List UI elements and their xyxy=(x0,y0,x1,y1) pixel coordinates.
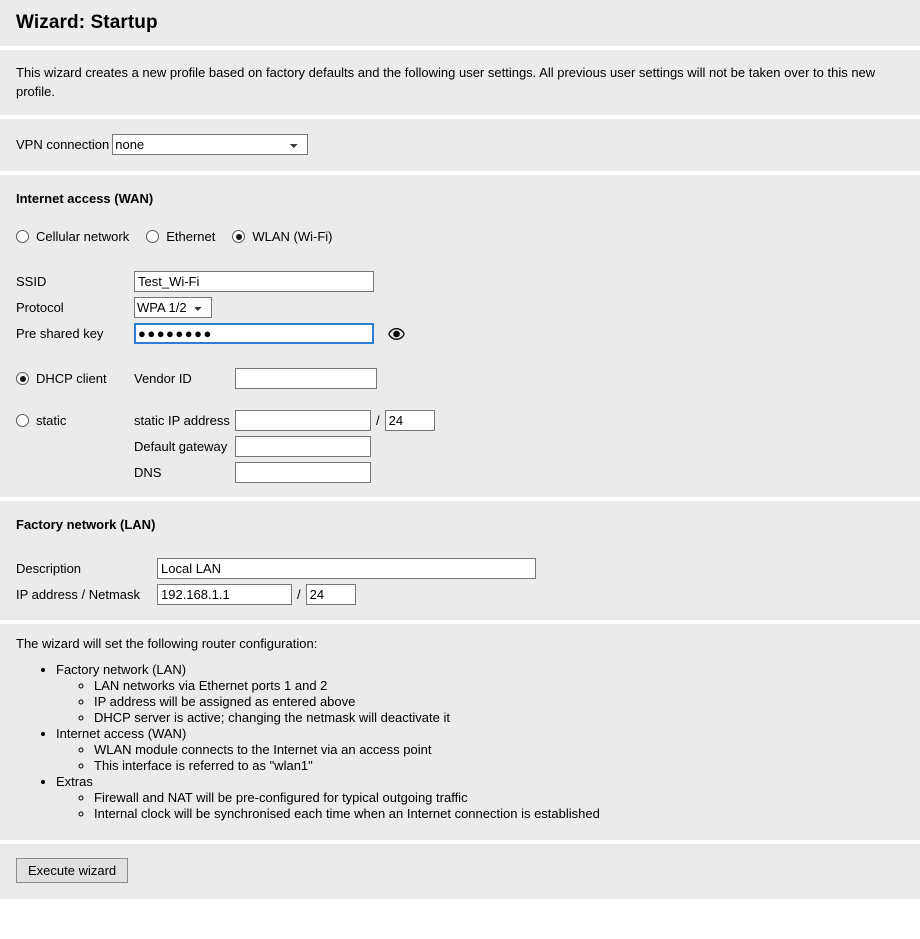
lan-ip-input[interactable] xyxy=(157,584,292,605)
radio-label: Ethernet xyxy=(166,229,216,244)
protocol-select[interactable]: WPA 1/2 xyxy=(134,297,212,318)
wan-heading: Internet access (WAN) xyxy=(16,191,154,206)
dns-input[interactable] xyxy=(235,462,371,483)
vpn-connection-label: VPN connection xyxy=(16,137,110,152)
ssid-label: SSID xyxy=(16,274,47,289)
radio-static[interactable]: static xyxy=(16,410,134,428)
execute-wizard-button[interactable]: Execute wizard xyxy=(16,858,129,883)
eye-icon[interactable] xyxy=(387,325,405,343)
pre-shared-key-label: Pre shared key xyxy=(16,326,104,341)
static-netmask-input[interactable] xyxy=(384,410,435,431)
static-config-row: static static IP address / Default gatew… xyxy=(16,410,904,483)
wan-connection-type-group: Cellular network Ethernet WLAN (Wi-Fi) xyxy=(16,229,904,244)
default-gateway-label: Default gateway xyxy=(134,439,228,454)
radio-label: WLAN (Wi-Fi) xyxy=(252,229,333,244)
vpn-connection-select[interactable]: none xyxy=(112,134,309,155)
protocol-label: Protocol xyxy=(16,300,64,315)
vpn-connection-row: VPN connection none xyxy=(16,134,904,155)
default-gateway-input[interactable] xyxy=(235,436,371,457)
summary-item: DHCP server is active; changing the netm… xyxy=(94,710,904,726)
summary-item: WLAN module connects to the Internet via… xyxy=(94,742,904,758)
summary-item: This interface is referred to as "wlan1" xyxy=(94,758,904,774)
lan-section: Factory network (LAN) Description IP add… xyxy=(0,501,920,620)
title-bar: Wizard: Startup xyxy=(0,0,920,46)
summary-intro: The wizard will set the following router… xyxy=(16,636,318,651)
summary-sublist: LAN networks via Ethernet ports 1 and 2 … xyxy=(56,678,904,726)
summary-section: The wizard will set the following router… xyxy=(0,624,920,840)
lan-description-input[interactable] xyxy=(157,558,536,579)
summary-group-title: Factory network (LAN) xyxy=(56,662,187,677)
vendor-id-row: Vendor ID xyxy=(134,368,904,389)
summary-list: Factory network (LAN) LAN networks via E… xyxy=(16,662,904,822)
intro-text: This wizard creates a new profile based … xyxy=(16,65,876,99)
wan-section: Internet access (WAN) Cellular network E… xyxy=(0,175,920,497)
radio-indicator xyxy=(16,372,29,385)
summary-sublist: WLAN module connects to the Internet via… xyxy=(56,742,904,774)
radio-label: Cellular network xyxy=(36,229,130,244)
radio-indicator xyxy=(232,230,246,243)
summary-item: LAN networks via Ethernet ports 1 and 2 xyxy=(94,678,904,694)
page-title: Wizard: Startup xyxy=(16,12,158,33)
vendor-id-input[interactable] xyxy=(235,368,377,389)
lan-ip-netmask-label: IP address / Netmask xyxy=(16,587,141,602)
dns-row: DNS xyxy=(134,462,904,483)
summary-group: Internet access (WAN) WLAN module connec… xyxy=(56,726,904,774)
footer-section: Execute wizard xyxy=(0,844,920,899)
lan-description-label: Description xyxy=(16,561,82,576)
radio-label: static xyxy=(36,413,67,428)
vendor-id-label: Vendor ID xyxy=(134,371,192,386)
radio-wlan-wifi[interactable]: WLAN (Wi-Fi) xyxy=(232,229,333,244)
lan-netmask-slash: / xyxy=(297,587,301,602)
netmask-slash: / xyxy=(376,413,380,428)
radio-indicator xyxy=(16,414,29,427)
radio-indicator xyxy=(16,230,29,243)
summary-group-title: Internet access (WAN) xyxy=(56,726,187,741)
summary-item: Firewall and NAT will be pre-configured … xyxy=(94,790,904,806)
dhcp-fields: Vendor ID xyxy=(134,368,904,389)
lan-netmask-input[interactable] xyxy=(305,584,356,605)
summary-group-title: Extras xyxy=(56,774,93,789)
lan-description-row: Description xyxy=(16,558,904,579)
summary-item: IP address will be assigned as entered a… xyxy=(94,694,904,710)
lan-heading: Factory network (LAN) xyxy=(16,517,156,532)
radio-label: DHCP client xyxy=(36,371,107,386)
static-ip-label: static IP address xyxy=(134,413,230,428)
protocol-row: Protocol WPA 1/2 xyxy=(16,297,904,318)
ssid-row: SSID xyxy=(16,271,904,292)
dhcp-client-row: DHCP client Vendor ID xyxy=(16,368,904,389)
radio-indicator xyxy=(146,230,160,243)
ssid-input[interactable] xyxy=(134,271,374,292)
static-ip-row: static IP address / xyxy=(134,410,904,431)
static-ip-input[interactable] xyxy=(235,410,371,431)
lan-ip-netmask-row: IP address / Netmask / xyxy=(16,584,904,605)
summary-group: Extras Firewall and NAT will be pre-conf… xyxy=(56,774,904,822)
default-gateway-row: Default gateway xyxy=(134,436,904,457)
summary-group: Factory network (LAN) LAN networks via E… xyxy=(56,662,904,726)
pre-shared-key-row: Pre shared key xyxy=(16,323,904,344)
static-fields: static IP address / Default gateway DNS xyxy=(134,410,904,483)
summary-sublist: Firewall and NAT will be pre-configured … xyxy=(56,790,904,822)
pre-shared-key-input[interactable] xyxy=(134,323,374,344)
vpn-section: VPN connection none xyxy=(0,119,920,171)
dns-label: DNS xyxy=(134,465,162,480)
radio-dhcp-client[interactable]: DHCP client xyxy=(16,368,134,386)
radio-ethernet[interactable]: Ethernet xyxy=(146,229,215,244)
radio-cellular-network[interactable]: Cellular network xyxy=(16,229,129,244)
intro-section: This wizard creates a new profile based … xyxy=(0,50,920,115)
summary-item: Internal clock will be synchronised each… xyxy=(94,806,904,822)
